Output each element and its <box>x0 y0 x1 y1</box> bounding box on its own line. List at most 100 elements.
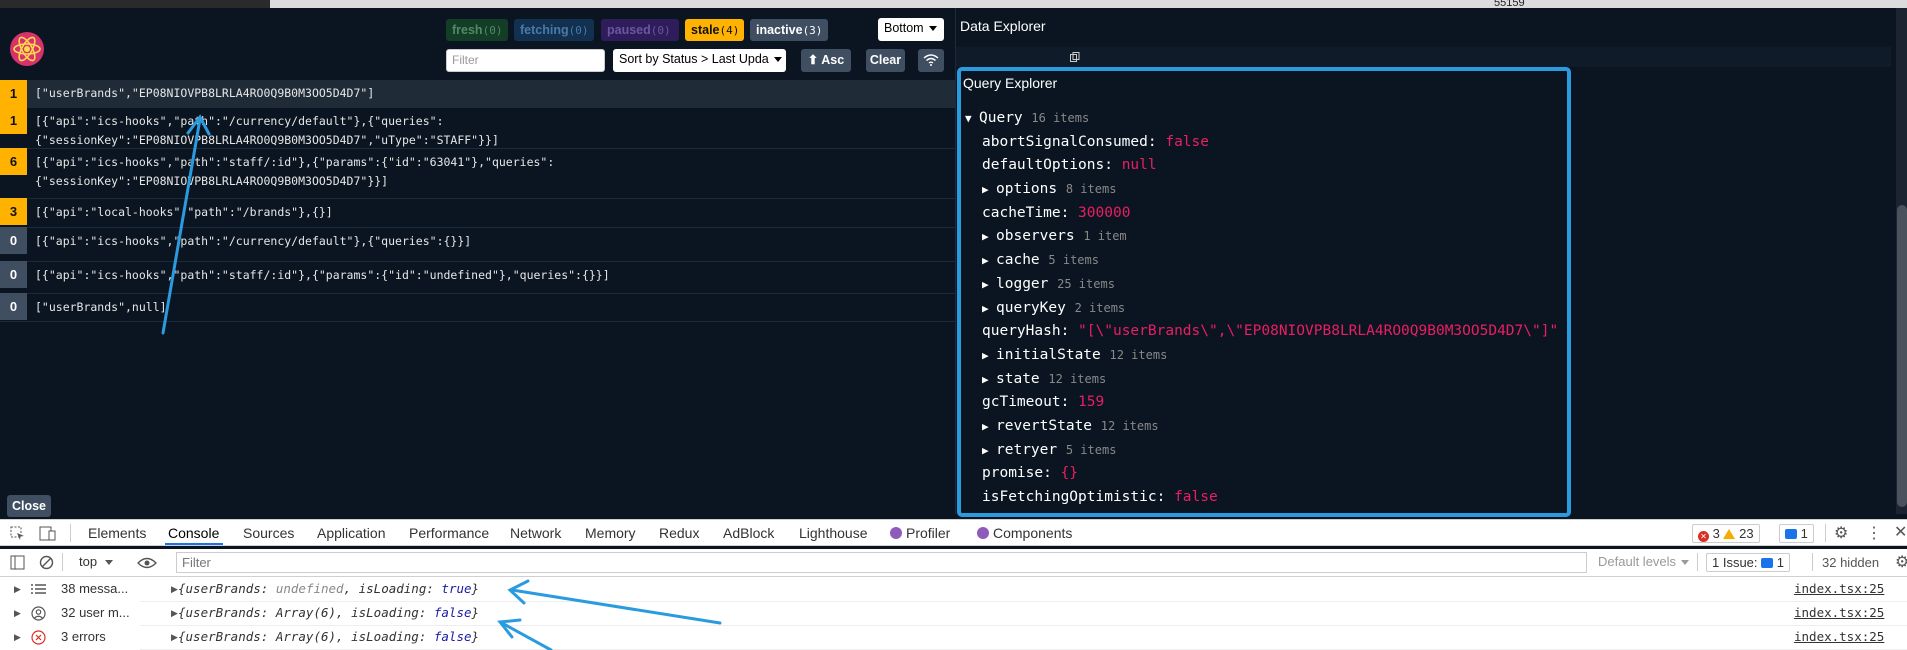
close-icon[interactable]: ✕ <box>1894 522 1907 542</box>
triangle-right-icon[interactable]: ▶ <box>171 601 178 625</box>
filter-paused-badge[interactable]: paused(0) <box>601 19 679 41</box>
log-object: {userBrands: Array(6), isLoading: false} <box>178 625 479 649</box>
tab-redux[interactable]: Redux <box>659 520 699 546</box>
tree-value: {} <box>1060 465 1079 482</box>
tab-label: Components <box>993 525 1073 541</box>
filter-stale-badge[interactable]: stale(4) <box>685 19 744 41</box>
react-query-devtools-panel: fresh(0) fetching(0) paused(0) stale(4) … <box>0 8 955 517</box>
sort-asc-button[interactable]: ⬆ Asc <box>801 49 851 72</box>
tree-group[interactable]: ▶ retryer 5 items <box>965 439 1558 463</box>
sort-select[interactable]: Sort by Status > Last Upda <box>613 49 786 72</box>
tree-group[interactable]: ▶ options 8 items <box>965 178 1558 202</box>
console-log-row[interactable]: ▶ {userBrands: Array(6), isLoading: false… <box>140 625 1907 650</box>
scrollbar-thumb[interactable] <box>1897 205 1907 507</box>
tree-key: observers <box>996 228 1075 245</box>
offline-toggle-button[interactable] <box>918 49 944 72</box>
console-sidebar: ▶ 38 messa... ▶ 32 user m... ▶ 3 errors <box>0 577 141 650</box>
query-row[interactable]: 1 [{"api":"ics-hooks","path":"/currency/d… <box>0 107 955 149</box>
more-vertical-icon[interactable]: ⋮ <box>1866 523 1882 543</box>
console-log-row[interactable]: ▶ {userBrands: undefined, isLoading: true… <box>140 577 1907 602</box>
tab-adblock[interactable]: AdBlock <box>723 520 774 546</box>
tab-memory[interactable]: Memory <box>585 520 636 546</box>
close-devtools-button[interactable]: Close <box>7 495 51 517</box>
gear-icon[interactable]: ⚙ <box>1834 523 1848 543</box>
tree-group[interactable]: ▶ cache 5 items <box>965 249 1558 273</box>
filter-fresh-badge[interactable]: fresh(0) <box>446 19 508 41</box>
console-log-row[interactable]: ▶ {userBrands: Array(6), isLoading: false… <box>140 601 1907 626</box>
tab-network[interactable]: Network <box>510 520 561 546</box>
badge-count: (0) <box>568 24 589 37</box>
clear-button[interactable]: Clear <box>866 49 905 72</box>
badge-label: fresh <box>452 23 483 37</box>
tab-profiler[interactable]: Profiler <box>890 520 950 546</box>
log-source-link[interactable]: index.tsx:25 <box>1794 601 1884 625</box>
sidebar-item-user-messages[interactable]: ▶ 32 user m... <box>0 601 140 625</box>
sidebar-item-errors[interactable]: ▶ 3 errors <box>0 625 140 649</box>
tree-group[interactable]: ▶ revertState 12 items <box>965 415 1558 439</box>
copy-icon[interactable] <box>1070 52 1080 62</box>
device-toolbar-icon[interactable] <box>39 526 56 541</box>
tab-elements[interactable]: Elements <box>88 520 146 546</box>
tree-entry: promise: {} <box>965 462 1558 486</box>
tree-count: 2 items <box>1074 300 1126 315</box>
clear-console-icon[interactable] <box>39 555 54 570</box>
tab-lighthouse[interactable]: Lighthouse <box>799 520 868 546</box>
sidebar-item-messages[interactable]: ▶ 38 messa... <box>0 577 140 601</box>
message-count: 1 <box>1800 526 1808 541</box>
observer-count-badge: 1 <box>0 80 27 107</box>
console-filter-bar: top Filter Default levels 1 Issue: 1 32 … <box>0 549 1907 577</box>
tree-key: retryer <box>996 441 1058 458</box>
message-counter[interactable]: 1 <box>1779 524 1814 543</box>
tab-performance[interactable]: Performance <box>409 520 489 546</box>
tab-components[interactable]: Components <box>977 520 1072 546</box>
issues-counter[interactable]: 1 Issue: 1 <box>1706 553 1791 572</box>
react-query-logo-icon[interactable] <box>8 30 46 68</box>
log-source-link[interactable]: index.tsx:25 <box>1794 625 1884 649</box>
tree-group[interactable]: ▶ state 12 items <box>965 368 1558 392</box>
query-key: [{"api":"local-hooks","path":"/brands"},… <box>35 205 333 219</box>
tree-key: options <box>996 181 1058 198</box>
sidebar-toggle-icon[interactable] <box>10 555 25 570</box>
console-filter-input[interactable]: Filter <box>176 552 1587 573</box>
console-settings-gear-icon[interactable]: ⚙ <box>1895 552 1907 572</box>
levels-label: Default levels <box>1598 554 1677 569</box>
query-key: [{"api":"ics-hooks","path":"/currency/de… <box>35 114 499 147</box>
tree-root[interactable]: ▼ Query 16 items <box>965 107 1558 131</box>
error-warning-counter[interactable]: ✕ 3 23 <box>1692 524 1760 543</box>
toolbar-divider <box>1812 553 1813 571</box>
panel-position-select[interactable]: Bottom <box>878 18 944 41</box>
tree-entry: defaultOptions: null <box>965 154 1558 178</box>
query-row[interactable]: 0 ["userBrands",null] <box>0 293 955 322</box>
tree-group[interactable]: ▶ observers 1 item <box>965 225 1558 249</box>
inspect-element-icon[interactable] <box>10 526 25 541</box>
tree-group[interactable]: ▶ logger 25 items <box>965 273 1558 297</box>
context-select[interactable]: top <box>79 554 114 569</box>
query-row[interactable]: 6 [{"api":"ics-hooks","path":"staff/:id"}… <box>0 148 955 199</box>
tab-sources[interactable]: Sources <box>243 520 294 546</box>
devtools-header: fresh(0) fetching(0) paused(0) stale(4) … <box>0 8 955 80</box>
tree-group[interactable]: ▶ initialState 12 items <box>965 344 1558 368</box>
filter-inactive-badge[interactable]: inactive(3) <box>750 19 828 41</box>
log-levels-select[interactable]: Default levels <box>1598 554 1690 569</box>
query-row[interactable]: 0 [{"api":"ics-hooks","path":"/currency/d… <box>0 227 955 262</box>
triangle-right-icon[interactable]: ▶ <box>171 625 178 649</box>
tab-application[interactable]: Application <box>317 520 386 546</box>
page-dark-area <box>0 0 270 8</box>
log-value: true <box>441 581 472 596</box>
filter-fetching-badge[interactable]: fetching(0) <box>514 19 594 41</box>
query-row[interactable]: 1 ["userBrands","EP08NIOVPB8LRLA4RO0Q9B0M… <box>0 80 955 108</box>
tree-count: 16 items <box>1031 111 1090 125</box>
query-row[interactable]: 3 [{"api":"local-hooks","path":"/brands"}… <box>0 198 955 228</box>
eye-icon[interactable] <box>137 557 157 569</box>
triangle-right-icon[interactable]: ▶ <box>171 577 178 601</box>
tree-key: queryKey <box>996 299 1066 316</box>
triangle-right-icon: ▶ <box>982 348 989 362</box>
tree-key: queryHash: <box>982 323 1070 340</box>
scrollbar-track[interactable] <box>1896 8 1907 514</box>
query-filter-input[interactable]: Filter <box>446 49 605 72</box>
log-source-link[interactable]: index.tsx:25 <box>1794 577 1884 601</box>
tree-key: Query <box>979 110 1023 126</box>
query-row[interactable]: 0 [{"api":"ics-hooks","path":"staff/:id"}… <box>0 261 955 294</box>
badge-count: (0) <box>650 24 671 37</box>
tree-group[interactable]: ▶ queryKey 2 items <box>965 297 1558 321</box>
